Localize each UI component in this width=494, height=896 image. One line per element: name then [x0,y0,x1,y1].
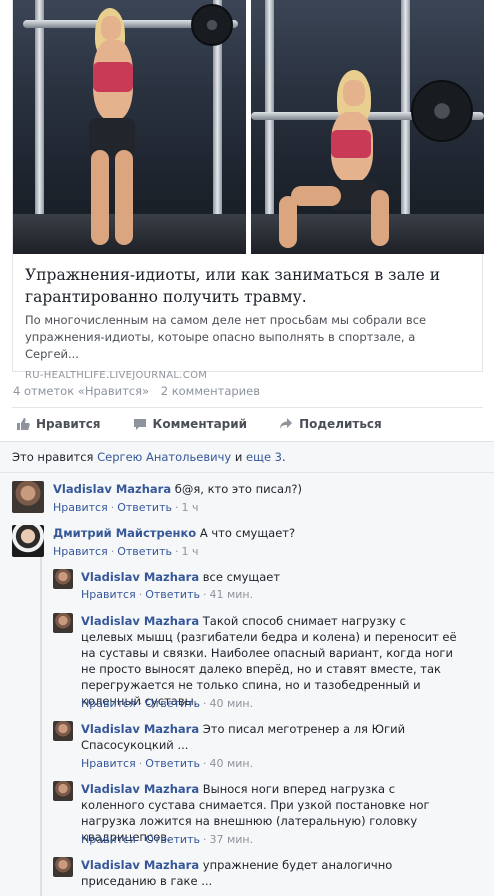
comment-body: Vladislav Mazhara все смущает [81,569,461,585]
link-preview-card[interactable]: Упражнения-идиоты, или как заниматься в … [12,0,484,381]
preview-photo-right [251,0,484,254]
replies-rail [40,532,42,896]
preview-title[interactable]: Упражнения-идиоты, или как заниматься в … [25,264,472,308]
comment-button[interactable]: Комментарий [133,417,248,431]
comment-label: Комментарий [152,417,248,431]
comment-body: Vladislav Mazhara Это писал меготренер а… [81,721,421,753]
likes-and: и [234,450,243,464]
comment-time[interactable]: 37 мин. [209,833,253,846]
like-label: Нравится [36,417,101,431]
comment-time[interactable]: 1 ч [181,545,198,558]
likes-summary: Это нравится Сергею Анатольевичу и еще 3… [12,450,286,464]
avatar[interactable] [53,569,73,589]
comment-author[interactable]: Vladislav Mazhara [81,858,199,872]
comment-time[interactable]: 40 мин. [209,697,253,710]
comment-text: Такой способ снимает нагрузку с целевых … [81,614,457,708]
avatar[interactable] [53,781,73,801]
comment-like-link[interactable]: Нравится [81,833,136,846]
like-button[interactable]: Нравится [16,417,101,431]
comment-text: б@я, кто это писал?) [174,482,302,496]
comment-text: А что смущает? [199,526,296,540]
comment-like-link[interactable]: Нравится [81,697,136,710]
comment-body: Vladislav Mazhara б@я, кто это писал?) [53,481,433,497]
comment-text: все смущает [202,570,281,584]
more-likers-link[interactable]: еще 3 [246,450,282,464]
comment-author[interactable]: Vladislav Mazhara [53,482,171,496]
divider [12,407,483,408]
comment-reply-link[interactable]: Ответить [145,833,200,846]
comment-reply-link[interactable]: Ответить [117,545,172,558]
comment-author[interactable]: Дмитрий Майстренко [53,526,196,540]
likes-end: . [282,450,286,464]
avatar[interactable] [12,525,44,557]
avatar[interactable] [12,481,44,513]
comment-meta: Нравится · Ответить · 1 ч [53,545,199,558]
comment-body: Дмитрий Майстренко А что смущает? [53,525,433,541]
comment-like-link[interactable]: Нравится [53,501,108,514]
comment-like-link[interactable]: Нравится [53,545,108,558]
avatar[interactable] [53,857,73,877]
preview-description: По многочисленным на самом деле нет прос… [25,313,427,361]
comment-time[interactable]: 1 ч [181,501,198,514]
comment-author[interactable]: Vladislav Mazhara [81,782,199,796]
share-icon [280,418,293,429]
preview-photo-left [13,0,246,254]
liker-link[interactable]: Сергею Анатольевичу [97,450,231,464]
comment-icon [133,419,146,430]
divider [0,472,494,473]
preview-text[interactable]: Упражнения-идиоты, или как заниматься в … [13,254,484,381]
comments-count[interactable]: 2 комментариев [161,384,260,398]
likes-prefix: Это нравится [12,450,94,464]
comment-time[interactable]: 41 мин. [209,588,253,601]
comment-meta: Нравится · Ответить · 37 мин. [81,833,254,846]
thumbs-up-icon [17,418,30,430]
comment-meta: Нравится · Ответить · 40 мин. [81,757,254,770]
comment-reply-link[interactable]: Ответить [145,697,200,710]
comment-time[interactable]: 40 мин. [209,757,253,770]
comment-meta: Нравится · Ответить · 1 ч [53,501,199,514]
post-stats: 4 отметок «Нравится» 2 комментариев [13,384,268,398]
share-label: Поделиться [299,417,382,431]
comment-meta: Нравится · Ответить · 41 мин. [81,588,254,601]
avatar[interactable] [53,613,73,633]
action-bar: Нравится Комментарий Поделиться [16,414,414,434]
comment-reply-link[interactable]: Ответить [145,757,200,770]
comment-meta: Нравится · Ответить · 40 мин. [81,697,254,710]
comment-author[interactable]: Vladislav Mazhara [81,570,199,584]
share-button[interactable]: Поделиться [279,417,382,431]
preview-images [13,0,484,254]
comment-body: Vladislav Mazhara Такой способ снимает н… [81,613,459,709]
comment-reply-link[interactable]: Ответить [117,501,172,514]
comment-body: Vladislav Mazhara упражнение будет анало… [81,857,451,889]
preview-domain: RU-HEALTHLIFE.LIVEJOURNAL.COM [25,370,208,381]
comment-like-link[interactable]: Нравится [81,588,136,601]
likes-count[interactable]: 4 отметок «Нравится» [13,384,149,398]
comment-author[interactable]: Vladislav Mazhara [81,614,199,628]
comment-reply-link[interactable]: Ответить [145,588,200,601]
avatar[interactable] [53,721,73,741]
comment-author[interactable]: Vladislav Mazhara [81,722,199,736]
comment-like-link[interactable]: Нравится [81,757,136,770]
comments-section: Это нравится Сергею Анатольевичу и еще 3… [0,441,494,896]
